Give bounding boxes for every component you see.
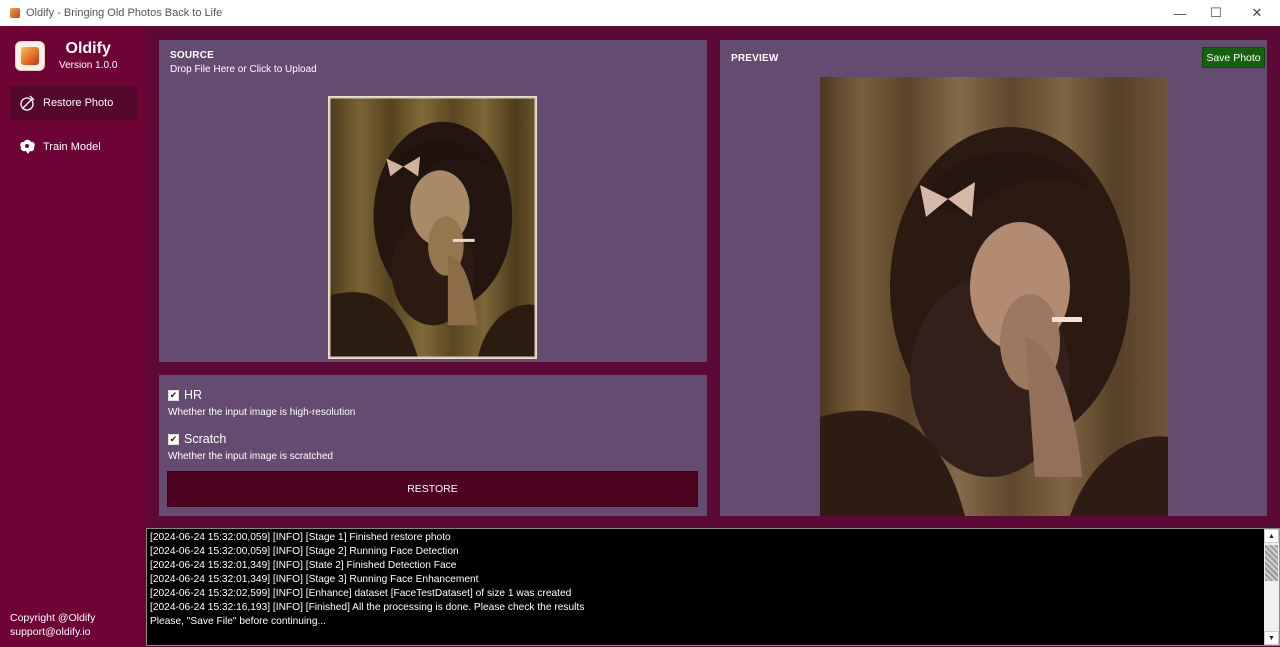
sidebar-item-restore-photo[interactable]: Restore Photo [10,86,137,120]
scratch-checkbox[interactable]: ✔ [168,433,179,445]
source-heading: SOURCE [170,50,214,61]
title-bar: Oldify - Bringing Old Photos Back to Lif… [0,0,1280,26]
scroll-thumb[interactable] [1265,545,1278,581]
log-line: Please, "Save File" before continuing... [150,616,326,627]
hr-description: Whether the input image is high-resoluti… [168,407,356,418]
support-email: support@oldify.io [10,626,91,638]
hr-option[interactable]: ✔ HR [168,388,202,402]
log-line: [2024-06-24 15:32:01,349] [INFO] [State … [150,560,457,571]
copyright-text: Copyright @Oldify [10,612,96,624]
hr-checkbox[interactable]: ✔ [168,389,179,401]
log-line: [2024-06-24 15:32:00,059] [INFO] [Stage … [150,546,459,557]
maximize-button[interactable]: ☐ [1198,0,1234,26]
scratch-label: Scratch [184,432,227,446]
restore-button[interactable]: RESTORE [167,471,698,507]
source-panel[interactable]: SOURCE Drop File Here or Click to Upload [159,40,707,362]
scroll-down-icon[interactable]: ▼ [1264,631,1279,645]
upload-hint: Drop File Here or Click to Upload [170,64,317,75]
sidebar-item-label: Train Model [43,141,101,153]
sidebar-footer: Copyright @Oldify support@oldify.io [10,611,95,639]
options-panel: ✔ HR Whether the input image is high-res… [159,375,707,516]
scroll-up-icon[interactable]: ▲ [1264,529,1279,543]
hr-label: HR [184,388,203,402]
scratch-option[interactable]: ✔ Scratch [168,432,226,446]
preview-photo [820,77,1168,516]
log-line: [2024-06-24 15:32:16,193] [INFO] [Finish… [150,602,585,613]
preview-heading: PREVIEW [731,53,779,64]
app-version: Version 1.0.0 [59,60,118,71]
log-output[interactable]: [2024-06-24 15:32:00,059] [INFO] [Stage … [146,528,1280,646]
window-title: Oldify - Bringing Old Photos Back to Lif… [26,7,223,19]
sidebar-item-train-model[interactable]: Train Model [10,130,137,164]
source-photo [328,96,537,359]
brain-icon [18,138,36,156]
app-icon [10,8,20,18]
log-line: [2024-06-24 15:32:00,059] [INFO] [Stage … [150,532,451,543]
sidebar-item-label: Restore Photo [43,97,114,109]
sidebar: Oldify Version 1.0.0 Restore Photo Train… [0,26,145,647]
log-scrollbar[interactable]: ▲ ▼ [1264,529,1279,645]
brand: Oldify Version 1.0.0 [15,40,117,71]
preview-panel: PREVIEW Save Photo [720,40,1267,516]
log-line: [2024-06-24 15:32:02,599] [INFO] [Enhanc… [150,588,572,599]
app-name: Oldify [65,40,111,57]
log-line: [2024-06-24 15:32:01,349] [INFO] [Stage … [150,574,479,585]
app-logo-icon [15,40,45,71]
scratch-description: Whether the input image is scratched [168,451,334,462]
close-button[interactable]: ✕ [1234,0,1280,26]
restore-photo-icon [18,94,36,112]
minimize-button[interactable]: — [1162,0,1198,26]
log-lines: [2024-06-24 15:32:00,059] [INFO] [Stage … [150,531,584,629]
save-photo-button[interactable]: Save Photo [1202,47,1265,68]
